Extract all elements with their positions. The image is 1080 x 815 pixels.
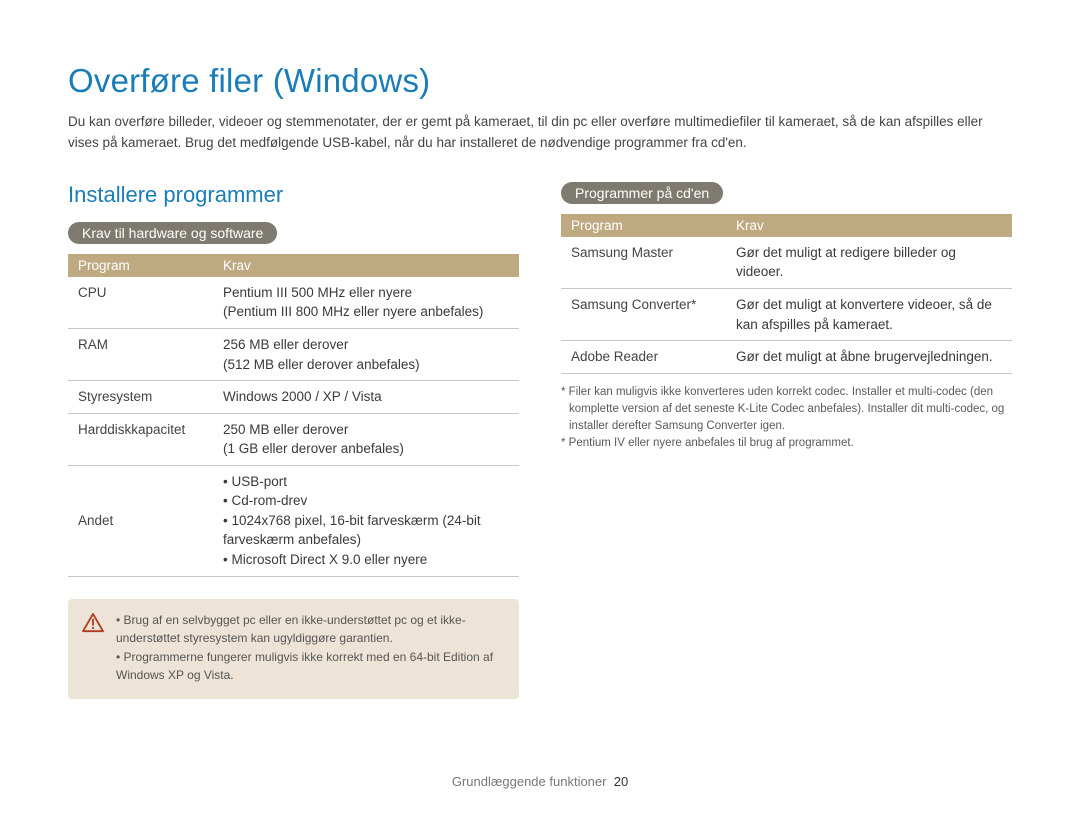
list-item: Cd-rom-drev: [223, 491, 509, 511]
th-program: Program: [561, 214, 726, 237]
page-footer: Grundlæggende funktioner 20: [0, 774, 1080, 789]
page-title: Overføre filer (Windows): [68, 62, 1012, 100]
th-krav: Krav: [213, 254, 519, 277]
footnotes: * Filer kan muligvis ikke konverteres ud…: [561, 384, 1012, 453]
warning-item: Brug af en selvbygget pc eller en ikke-u…: [116, 611, 503, 648]
th-krav: Krav: [726, 214, 1012, 237]
footer-text: Grundlæggende funktioner: [452, 774, 607, 789]
table-row: Harddiskkapacitet 250 MB eller derover (…: [68, 413, 519, 465]
table-row: RAM 256 MB eller derover (512 MB eller d…: [68, 328, 519, 380]
pill-hardware-software: Krav til hardware og software: [68, 222, 277, 244]
cell-label: Samsung Converter*: [561, 288, 726, 340]
footnote: * Filer kan muligvis ikke konverteres ud…: [561, 384, 1012, 436]
table-row: Styresystem Windows 2000 / XP / Vista: [68, 381, 519, 414]
cell-value: 250 MB eller derover (1 GB eller derover…: [213, 413, 519, 465]
requirements-table: Program Krav CPU Pentium III 500 MHz ell…: [68, 254, 519, 577]
cell-label: RAM: [68, 328, 213, 380]
cell-value: Gør det muligt at åbne brugervejledninge…: [726, 341, 1012, 374]
cd-programs-table: Program Krav Samsung Master Gør det muli…: [561, 214, 1012, 374]
cell-value: Gør det muligt at konvertere videoer, så…: [726, 288, 1012, 340]
intro-text: Du kan overføre billeder, videoer og ste…: [68, 112, 1012, 154]
cell-value: USB-port Cd-rom-drev 1024x768 pixel, 16-…: [213, 465, 519, 576]
left-column: Installere programmer Krav til hardware …: [68, 182, 519, 699]
warning-icon: [82, 613, 104, 633]
cell-label: Styresystem: [68, 381, 213, 414]
th-program: Program: [68, 254, 213, 277]
warning-item: Programmerne fungerer muligvis ikke korr…: [116, 648, 503, 685]
table-row: Adobe Reader Gør det muligt at åbne brug…: [561, 341, 1012, 374]
cell-label: Samsung Master: [561, 237, 726, 289]
table-row: CPU Pentium III 500 MHz eller nyere (Pen…: [68, 277, 519, 329]
cell-value: Windows 2000 / XP / Vista: [213, 381, 519, 414]
cell-label: Harddiskkapacitet: [68, 413, 213, 465]
table-row: Samsung Master Gør det muligt at rediger…: [561, 237, 1012, 289]
list-item: 1024x768 pixel, 16-bit farveskærm (24-bi…: [223, 511, 509, 550]
footnote: * Pentium IV eller nyere anbefales til b…: [561, 435, 1012, 452]
page-number: 20: [614, 774, 628, 789]
cell-value: Gør det muligt at redigere billeder og v…: [726, 237, 1012, 289]
table-row: Samsung Converter* Gør det muligt at kon…: [561, 288, 1012, 340]
list-item: Microsoft Direct X 9.0 eller nyere: [223, 550, 509, 570]
pill-programs-cd: Programmer på cd'en: [561, 182, 723, 204]
right-column: Programmer på cd'en Program Krav Samsung…: [561, 182, 1012, 699]
cell-label: CPU: [68, 277, 213, 329]
section-title-install: Installere programmer: [68, 182, 519, 208]
cell-label: Adobe Reader: [561, 341, 726, 374]
table-row: Andet USB-port Cd-rom-drev 1024x768 pixe…: [68, 465, 519, 576]
warning-box: Brug af en selvbygget pc eller en ikke-u…: [68, 599, 519, 699]
columns: Installere programmer Krav til hardware …: [68, 182, 1012, 699]
cell-value: Pentium III 500 MHz eller nyere (Pentium…: [213, 277, 519, 329]
cell-value: 256 MB eller derover (512 MB eller derov…: [213, 328, 519, 380]
list-item: USB-port: [223, 472, 509, 492]
cell-label: Andet: [68, 465, 213, 576]
